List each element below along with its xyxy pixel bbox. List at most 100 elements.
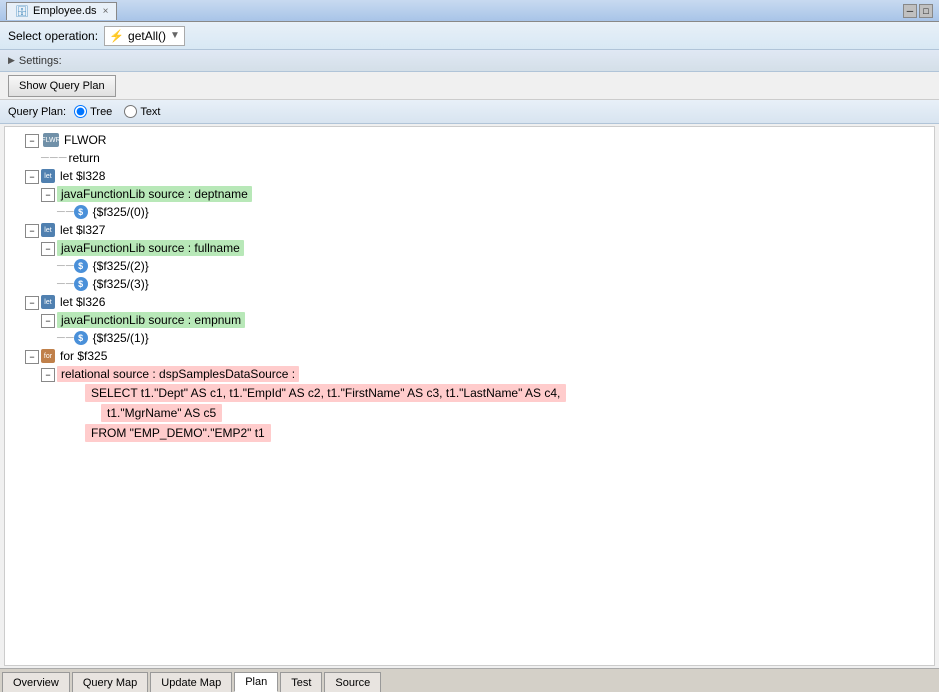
- expand-java-empnum[interactable]: −: [41, 314, 55, 328]
- tree-row[interactable]: − let let $l328: [5, 167, 934, 185]
- dollar-icon: $: [74, 331, 88, 345]
- tree-row[interactable]: FROM "EMP_DEMO"."EMP2" t1: [5, 423, 934, 443]
- expand-java-deptname[interactable]: −: [41, 188, 55, 202]
- tree-row[interactable]: − javaFunctionLib source : deptname: [5, 185, 934, 203]
- op-text: getAll(): [128, 29, 166, 43]
- tab-overview[interactable]: Overview: [2, 672, 70, 692]
- expand-for[interactable]: −: [25, 350, 39, 364]
- dollar325-0-label: {$f325/(0)}: [91, 205, 151, 219]
- button-row: Show Query Plan: [0, 72, 939, 100]
- expand-flwor[interactable]: −: [25, 134, 39, 148]
- return-label: return: [67, 151, 102, 165]
- let1328-label: let $l328: [58, 169, 107, 183]
- connector-line: ─ ─: [57, 206, 73, 218]
- queryplan-row: Query Plan: Tree Text: [0, 100, 939, 124]
- tree-row[interactable]: − FLWR FLWOR: [5, 131, 934, 149]
- tab-test-label: Test: [291, 677, 311, 689]
- op-icon: ⚡: [109, 29, 124, 43]
- tree-row[interactable]: ─ ─ $ {$f325/(3)}: [5, 275, 934, 293]
- tree-radio-item[interactable]: Tree: [74, 105, 112, 118]
- tree-row[interactable]: ─ ─ $ {$f325/(1)}: [5, 329, 934, 347]
- tree-row[interactable]: − relational source : dspSamplesDataSour…: [5, 365, 934, 383]
- connector-line: ─ ─: [57, 332, 73, 344]
- op-arrow: ▼: [170, 30, 180, 41]
- select-op-label: Select operation:: [8, 29, 98, 43]
- connector-line: ─ ─ ─: [41, 152, 66, 164]
- show-query-plan-button[interactable]: Show Query Plan: [8, 75, 116, 97]
- file-tab[interactable]: 🗄 Employee.ds ×: [6, 2, 117, 20]
- java-fullname-label: javaFunctionLib source : fullname: [57, 240, 244, 256]
- tree-row[interactable]: ─ ─ ─ return: [5, 149, 934, 167]
- java-empnum-label: javaFunctionLib source : empnum: [57, 312, 245, 328]
- tree-radio-label: Tree: [90, 106, 112, 118]
- view-mode-group: Tree Text: [74, 105, 160, 118]
- tab-source[interactable]: Source: [324, 672, 381, 692]
- text-radio-label: Text: [140, 106, 160, 118]
- tab-source-label: Source: [335, 677, 370, 689]
- tab-update-map-label: Update Map: [161, 677, 221, 689]
- tree-row[interactable]: SELECT t1."Dept" AS c1, t1."EmpId" AS c2…: [5, 383, 934, 403]
- tree-row[interactable]: ─ ─ $ {$f325/(2)}: [5, 257, 934, 275]
- tab-test[interactable]: Test: [280, 672, 322, 692]
- file-tab-label: Employee.ds: [33, 5, 97, 17]
- tree-row[interactable]: − javaFunctionLib source : fullname: [5, 239, 934, 257]
- tree-area[interactable]: − FLWR FLWOR ─ ─ ─ return − let let $l32…: [4, 126, 935, 666]
- flwor-icon: FLWR: [43, 133, 59, 147]
- let-icon: let: [41, 169, 55, 183]
- toolbar-row: Select operation: ⚡ getAll() ▼: [0, 22, 939, 50]
- bottom-tabs: Overview Query Map Update Map Plan Test …: [0, 668, 939, 692]
- minimize-btn[interactable]: ─: [903, 4, 917, 18]
- tree-row[interactable]: − javaFunctionLib source : empnum: [5, 311, 934, 329]
- main-container: Select operation: ⚡ getAll() ▼ ▶ Setting…: [0, 22, 939, 692]
- tab-overview-label: Overview: [13, 677, 59, 689]
- let-icon: let: [41, 295, 55, 309]
- tree-row[interactable]: − let let $l327: [5, 221, 934, 239]
- tree-row[interactable]: ─ ─ $ {$f325/(0)}: [5, 203, 934, 221]
- tree-row[interactable]: − let let $l326: [5, 293, 934, 311]
- title-bar: 🗄 Employee.ds × ─ □: [0, 0, 939, 22]
- expand-let1327[interactable]: −: [25, 224, 39, 238]
- tree-radio[interactable]: [74, 105, 87, 118]
- tree-row[interactable]: − for for $f325: [5, 347, 934, 365]
- let1327-label: let $l327: [58, 223, 107, 237]
- flwor-label: FLWOR: [62, 133, 108, 147]
- close-tab-btn[interactable]: ×: [103, 6, 109, 17]
- tab-query-map-label: Query Map: [83, 677, 137, 689]
- relational-label: relational source : dspSamplesDataSource…: [57, 366, 299, 382]
- settings-label: Settings:: [19, 55, 62, 67]
- dollar-icon: $: [74, 205, 88, 219]
- text-radio-item[interactable]: Text: [124, 105, 160, 118]
- queryplan-label: Query Plan:: [8, 106, 66, 118]
- dollar325-1-label: {$f325/(1)}: [91, 331, 151, 345]
- settings-toggle[interactable]: ▶ Settings:: [8, 55, 62, 67]
- window-controls: ─ □: [903, 4, 933, 18]
- settings-triangle: ▶: [8, 55, 15, 66]
- sql-line1: SELECT t1."Dept" AS c1, t1."EmpId" AS c2…: [85, 384, 566, 402]
- sql-line2: t1."MgrName" AS c5: [101, 404, 222, 422]
- maximize-btn[interactable]: □: [919, 4, 933, 18]
- connector-line: ─ ─: [57, 260, 73, 272]
- expand-let1328[interactable]: −: [25, 170, 39, 184]
- sql-line3: FROM "EMP_DEMO"."EMP2" t1: [85, 424, 271, 442]
- connector-line: ─ ─: [57, 278, 73, 290]
- dollar325-2-label: {$f325/(2)}: [91, 259, 151, 273]
- expand-let1326[interactable]: −: [25, 296, 39, 310]
- tab-update-map[interactable]: Update Map: [150, 672, 232, 692]
- let1326-label: let $l326: [58, 295, 107, 309]
- expand-relational[interactable]: −: [41, 368, 55, 382]
- file-icon: 🗄: [15, 5, 29, 18]
- dollar-icon: $: [74, 259, 88, 273]
- tab-plan[interactable]: Plan: [234, 672, 278, 692]
- operation-dropdown[interactable]: ⚡ getAll() ▼: [104, 26, 185, 46]
- for-icon: for: [41, 349, 55, 363]
- for-f325-label: for $f325: [58, 349, 109, 363]
- tree-row[interactable]: t1."MgrName" AS c5: [5, 403, 934, 423]
- dollar-icon: $: [74, 277, 88, 291]
- tab-query-map[interactable]: Query Map: [72, 672, 148, 692]
- let-icon: let: [41, 223, 55, 237]
- settings-row[interactable]: ▶ Settings:: [0, 50, 939, 72]
- expand-java-fullname[interactable]: −: [41, 242, 55, 256]
- dollar325-3-label: {$f325/(3)}: [91, 277, 151, 291]
- text-radio[interactable]: [124, 105, 137, 118]
- java-deptname-label: javaFunctionLib source : deptname: [57, 186, 252, 202]
